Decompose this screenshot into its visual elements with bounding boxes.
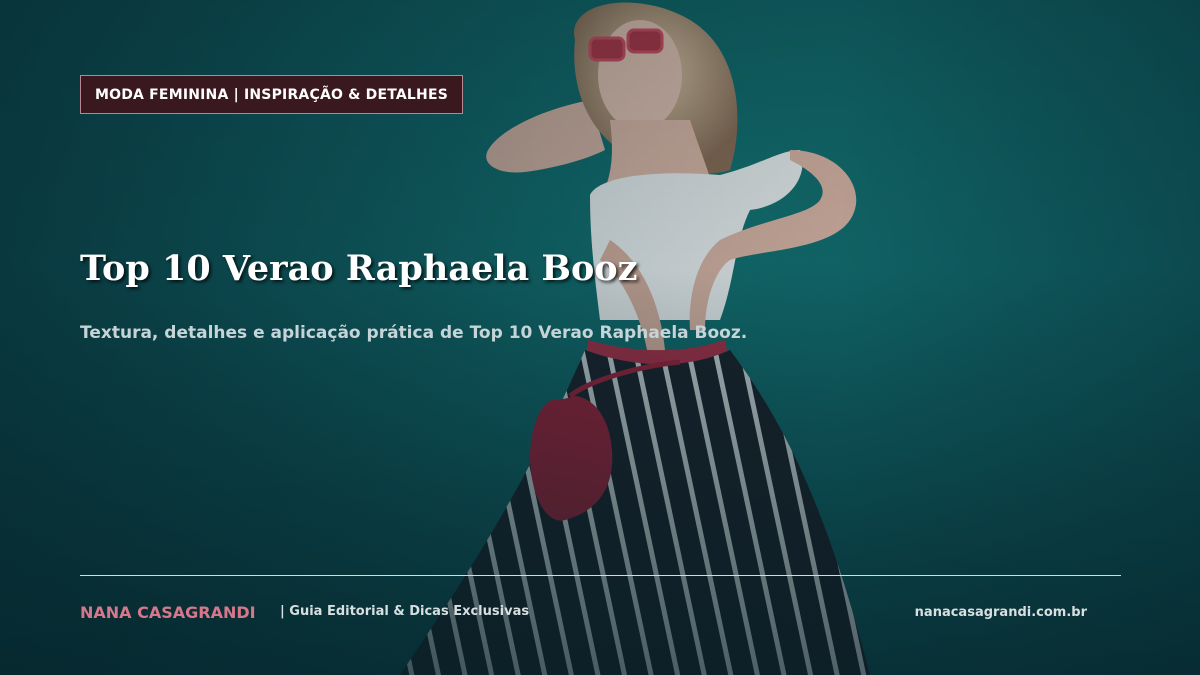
page-subtitle: Textura, detalhes e aplicação prática de…: [80, 323, 748, 343]
category-badge[interactable]: MODA FEMININA | INSPIRAÇÃO & DETALHES: [80, 75, 463, 114]
brand-tagline: | Guia Editorial & Dicas Exclusivas: [280, 604, 530, 619]
website-link[interactable]: nanacasagrandi.com.br: [915, 605, 1087, 620]
footer-divider: [80, 575, 1121, 576]
page-title: Top 10 Verao Raphaela Booz: [80, 248, 638, 289]
brand-name[interactable]: NANA CASAGRANDI: [80, 603, 256, 622]
